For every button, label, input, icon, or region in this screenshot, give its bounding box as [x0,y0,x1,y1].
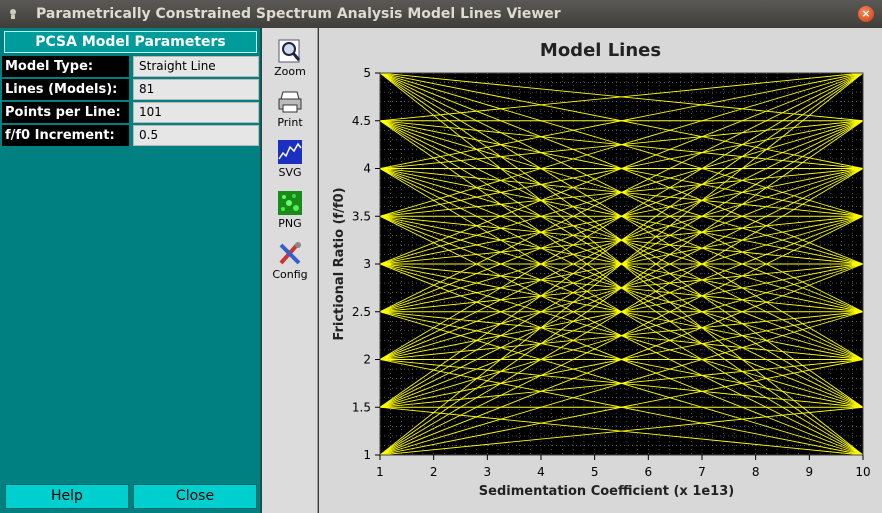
x-tick-label: 1 [376,465,384,479]
window-title: Parametrically Constrained Spectrum Anal… [36,6,561,22]
param-label: f/f0 Increment: [2,125,129,146]
y-tick-label: 4 [363,162,371,176]
zoom-icon [278,39,301,63]
y-tick-label: 2.5 [352,305,371,319]
svg-label: SVG [278,166,302,179]
x-tick-label: 8 [752,465,760,479]
y-tick-label: 5 [363,66,371,80]
svg-export-button[interactable]: SVG [262,139,318,179]
x-tick-label: 9 [806,465,814,479]
points-per-line-field[interactable]: 101 [133,102,259,123]
help-button[interactable]: Help [5,484,129,509]
x-tick-label: 10 [855,465,870,479]
x-tick-label: 5 [591,465,599,479]
model-type-field[interactable]: Straight Line [133,56,259,77]
config-icon [279,242,301,265]
ff0-increment-field[interactable]: 0.5 [133,125,259,146]
window-titlebar: Parametrically Constrained Spectrum Anal… [0,0,882,28]
param-label: Model Type: [2,56,129,77]
zoom-label: Zoom [274,65,306,78]
y-axis-label: Frictional Ratio (f/f0) [332,187,347,340]
x-tick-label: 7 [698,465,706,479]
param-row-model-type: Model Type: Straight Line [2,56,259,77]
y-tick-label: 1.5 [352,400,371,414]
x-tick-label: 3 [484,465,492,479]
panel-header: PCSA Model Parameters [4,31,257,53]
x-tick-label: 4 [537,465,545,479]
print-label: Print [277,116,303,129]
window-close-icon[interactable]: × [858,6,874,22]
x-tick-label: 6 [645,465,653,479]
png-icon [278,191,302,215]
param-row-points: Points per Line: 101 [2,102,259,123]
print-button[interactable]: Print [262,89,318,129]
y-tick-label: 3 [363,257,371,271]
printer-icon [278,91,302,113]
x-axis-label: Sedimentation Coefficient (x 1e13) [479,484,734,499]
y-tick-label: 2 [363,353,371,367]
y-tick-label: 4.5 [352,114,371,128]
lines-field[interactable]: 81 [133,79,259,100]
config-label: Config [272,268,308,281]
window-menu-icon[interactable] [6,7,20,21]
param-row-lines: Lines (Models): 81 [2,79,259,100]
svg-icon [278,140,302,164]
x-tick-label: 2 [430,465,438,479]
close-button[interactable]: Close [133,484,257,509]
png-export-button[interactable]: PNG [262,190,318,230]
parameters-panel: PCSA Model Parameters Model Type: Straig… [0,28,261,513]
config-button[interactable]: Config [262,241,318,281]
y-tick-label: 1 [363,448,371,462]
model-lines-chart[interactable]: 1 2 3 4 5 6 7 8 9 10 1 1.5 2 2.5 3 3.5 4 4.5 5 Sedimentatio… [319,28,882,513]
y-tick-label: 3.5 [352,209,371,223]
param-label: Lines (Models): [2,79,129,100]
plot-toolbar: Zoom Print SVG PNG Config [262,28,318,513]
param-label: Points per Line: [2,102,129,123]
zoom-button[interactable]: Zoom [262,38,318,78]
param-row-increment: f/f0 Increment: 0.5 [2,125,259,146]
png-label: PNG [278,217,302,230]
